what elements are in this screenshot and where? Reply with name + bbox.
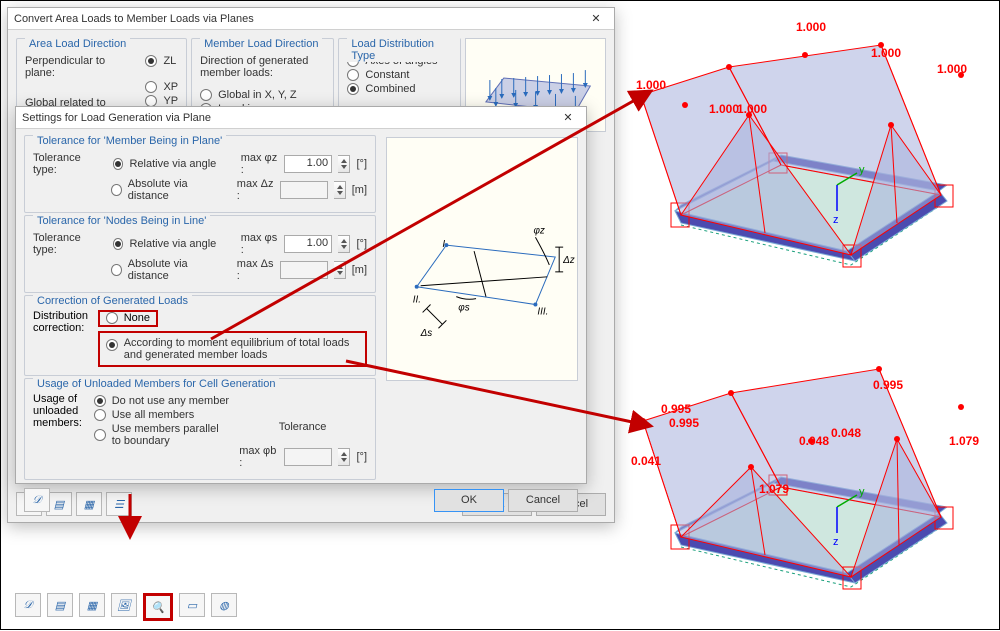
arrow-none-to-top bbox=[211, 91, 651, 339]
arrow-according-to-bottom bbox=[346, 361, 651, 426]
